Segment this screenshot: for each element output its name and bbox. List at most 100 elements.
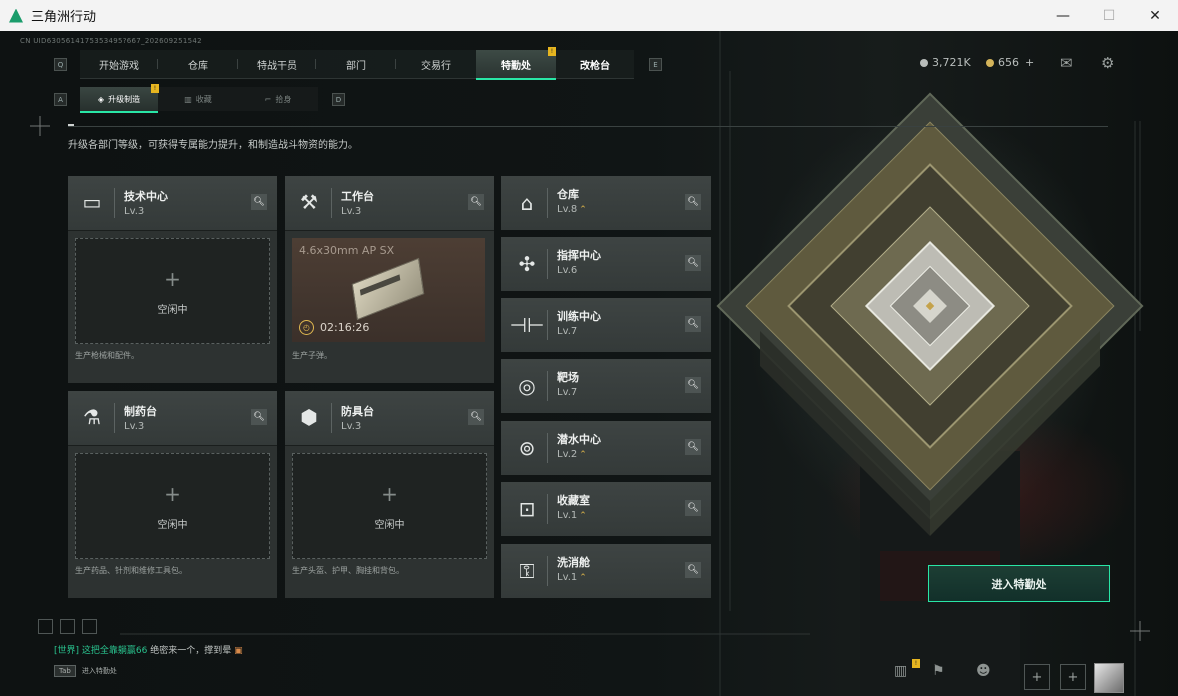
inspect-search-icon[interactable]: 🔍︎ — [685, 194, 701, 210]
collection-icon: ▥ — [184, 94, 192, 104]
slot-status: 空闲中 — [157, 305, 188, 316]
shooting-range-icon: ◎ — [518, 374, 536, 398]
station-name: 制药台 — [124, 405, 157, 418]
card-divider — [547, 310, 548, 340]
armor-bench-icon: ⬢ — [300, 405, 318, 429]
mail-icon[interactable]: ✉ — [1060, 54, 1073, 72]
station-header: ⚒ 工作台 Lv.3 🔍︎ — [285, 176, 494, 231]
inspect-search-icon[interactable]: 🔍︎ — [251, 409, 267, 425]
facility-name: 收藏室 — [557, 494, 590, 507]
enter-special-ops-button[interactable]: 进入特勤处 — [928, 565, 1110, 602]
workbench-icon: ⚒ — [300, 190, 318, 214]
inspect-search-icon[interactable]: 🔍︎ — [468, 194, 484, 210]
station-level: Lv.3 — [124, 206, 145, 217]
add-teammate-button-2[interactable]: + — [1060, 664, 1086, 690]
station-header: ▭ 技术中心 Lv.3 🔍︎ — [68, 176, 277, 231]
tab-start-game[interactable]: 开始游戏 — [80, 50, 158, 79]
tab-gunsmith[interactable]: 改枪台 — [556, 50, 634, 79]
station-card-workbench[interactable]: ⚒ 工作台 Lv.3 🔍︎ 4.6x30mm AP SX ◴ 02:16:26 … — [285, 176, 494, 383]
inspect-search-icon[interactable]: 🔍︎ — [251, 194, 267, 210]
upgrade-available-icon: ⌃ — [579, 450, 587, 460]
friends-icon[interactable]: ☻ — [976, 663, 991, 679]
slot-status: 空闲中 — [374, 520, 405, 531]
station-level: Lv.3 — [341, 206, 362, 217]
pickup-icon: ⌐ — [264, 94, 272, 104]
facility-level: Lv.2 ⌃ — [557, 449, 587, 460]
facility-row-warehouse[interactable]: ⌂ 仓库 Lv.8 ⌃ 🔍︎ — [501, 176, 711, 230]
facility-row-diving-center[interactable]: ⊚ 潜水中心 Lv.2 ⌃ 🔍︎ — [501, 421, 711, 475]
training-center-icon: ⊣⊢ — [509, 313, 545, 337]
tab-department[interactable]: 部门 — [316, 50, 396, 79]
chat-message[interactable]: [世界] 这把全靠躺赢66 绝密来一个，撑到晕 ▣ — [54, 643, 243, 656]
card-divider — [547, 188, 548, 218]
stats-alert-badge: ! — [912, 659, 920, 668]
tab-special-ops[interactable]: 特勤处 — [476, 50, 556, 80]
tab-warehouse[interactable]: 仓库 — [158, 50, 238, 79]
add-currency-button[interactable]: + — [1025, 56, 1034, 69]
subnav-next-key[interactable]: D — [332, 93, 345, 106]
station-card-pharmacy[interactable]: ⚗ 制药台 Lv.3 🔍︎ + 空闲中 生产药品、针剂和维修工具包。 — [68, 391, 277, 598]
facility-row-collection-room[interactable]: ⊡ 收藏室 Lv.1 ⌃ 🔍︎ — [501, 482, 711, 536]
card-divider — [114, 188, 115, 218]
tab-shortcut-hint: Tab 进入特勤处 — [54, 665, 117, 677]
facility-row-decon-chamber[interactable]: ⚿ 洗消舱 Lv.1 ⌃ 🔍︎ — [501, 544, 711, 598]
production-slot-empty[interactable]: + 空闲中 — [292, 453, 487, 559]
chat-sender: 这把全靠躺赢66 — [81, 646, 148, 656]
inspect-search-icon[interactable]: 🔍︎ — [685, 316, 701, 332]
inspect-search-icon[interactable]: 🔍︎ — [685, 439, 701, 455]
header-divider — [68, 126, 1108, 127]
station-description: 生产子弹。 — [292, 351, 332, 360]
facility-row-shooting-range[interactable]: ◎ 靶场 Lv.7 🔍︎ — [501, 359, 711, 413]
station-card-tech-center[interactable]: ▭ 技术中心 Lv.3 🔍︎ + 空闲中 生产枪械和配件。 — [68, 176, 277, 383]
card-divider — [547, 371, 548, 401]
player-avatar[interactable] — [1094, 663, 1124, 693]
tab-operators[interactable]: 特战干员 — [238, 50, 316, 79]
subtab-upgrade-craft[interactable]: ◈ 升级制造 — [80, 87, 158, 113]
inspect-search-icon[interactable]: 🔍︎ — [685, 377, 701, 393]
upgrade-alert-badge: ! — [151, 84, 159, 93]
maximize-button[interactable]: ☐ — [1086, 0, 1132, 31]
hud-square-3[interactable] — [82, 619, 97, 634]
nav-prev-key[interactable]: Q — [54, 58, 67, 71]
stats-bar-icon[interactable]: ▥ — [894, 663, 907, 679]
token-icon — [986, 58, 994, 67]
add-icon: + — [164, 482, 181, 506]
minimize-button[interactable]: — — [1040, 0, 1086, 31]
card-divider — [114, 403, 115, 433]
inspect-search-icon[interactable]: 🔍︎ — [685, 255, 701, 271]
production-slot-empty[interactable]: + 空闲中 — [75, 238, 270, 344]
sub-nav: ◈ 升级制造 ▥ 收藏 ⌐ 拾身 — [80, 87, 318, 113]
subtab-pickup[interactable]: ⌐ 拾身 — [238, 87, 318, 111]
close-button[interactable]: ✕ — [1132, 0, 1178, 31]
hud-square-1[interactable] — [38, 619, 53, 634]
card-divider — [331, 188, 332, 218]
subnav-prev-key[interactable]: A — [54, 93, 67, 106]
inspect-search-icon[interactable]: 🔍︎ — [468, 409, 484, 425]
settings-gear-icon[interactable]: ⚙ — [1101, 54, 1114, 72]
station-card-armor-bench[interactable]: ⬢ 防具台 Lv.3 🔍︎ + 空闲中 生产头盔、护甲、胸挂和背包。 — [285, 391, 494, 598]
production-slot-active[interactable]: 4.6x30mm AP SX ◴ 02:16:26 — [292, 238, 485, 342]
facility-name: 仓库 — [557, 188, 579, 201]
facility-name: 洗消舱 — [557, 556, 590, 569]
token-balance: 656 + — [986, 56, 1034, 69]
station-name: 工作台 — [341, 190, 374, 203]
nav-next-key[interactable]: E — [649, 58, 662, 71]
upgrade-craft-icon: ◈ — [97, 94, 105, 104]
production-slot-empty[interactable]: + 空闲中 — [75, 453, 270, 559]
inspect-search-icon[interactable]: 🔍︎ — [685, 500, 701, 516]
add-teammate-button-1[interactable]: + — [1024, 664, 1050, 690]
tab-trading[interactable]: 交易行 — [396, 50, 476, 79]
hud-square-2[interactable] — [60, 619, 75, 634]
card-divider — [547, 556, 548, 586]
subtab-collection[interactable]: ▥ 收藏 — [158, 87, 238, 111]
coin-icon — [920, 58, 928, 67]
facility-row-training-center[interactable]: ⊣⊢ 训练中心 Lv.7 🔍︎ — [501, 298, 711, 352]
inspect-search-icon[interactable]: 🔍︎ — [685, 562, 701, 578]
facility-name: 潜水中心 — [557, 433, 601, 446]
facility-row-command-center[interactable]: ✣ 指挥中心 Lv.6 🔍︎ — [501, 237, 711, 291]
flag-icon[interactable]: ⚑ — [932, 663, 945, 679]
station-name: 技术中心 — [124, 190, 168, 203]
facility-level: Lv.7 — [557, 326, 578, 337]
warehouse-icon: ⌂ — [520, 191, 534, 215]
facility-name: 训练中心 — [557, 310, 601, 323]
